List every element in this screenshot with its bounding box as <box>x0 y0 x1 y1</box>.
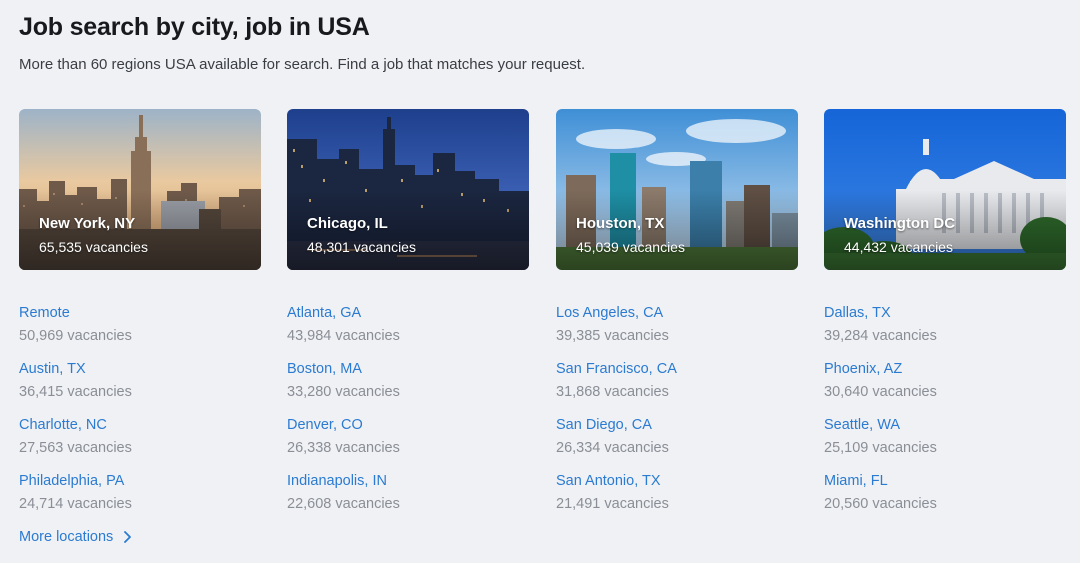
location-link[interactable]: Philadelphia, PA <box>19 472 259 490</box>
chevron-right-icon <box>124 531 132 543</box>
more-locations-label: More locations <box>19 529 114 545</box>
location-vacancies: 36,415 vacancies <box>19 384 132 400</box>
location-item[interactable]: San Diego, CA 26,334 vacancies <box>556 416 796 472</box>
city-card-chicago[interactable]: Chicago, IL 48,301 vacancies <box>287 109 529 270</box>
location-vacancies: 50,969 vacancies <box>19 328 132 344</box>
location-column: Remote 50,969 vacancies Austin, TX 36,415 … <box>19 304 259 528</box>
card-city-name: Houston, TX <box>576 215 665 232</box>
location-item[interactable]: Dallas, TX 39,284 vacancies <box>824 304 1064 360</box>
location-link[interactable]: Denver, CO <box>287 416 527 434</box>
card-vacancy-count: 65,535 vacancies <box>39 239 148 255</box>
location-link[interactable]: San Francisco, CA <box>556 360 796 378</box>
page: Job search by city, job in USA More than… <box>0 0 1080 563</box>
location-vacancies: 25,109 vacancies <box>824 440 937 456</box>
card-city-name: Chicago, IL <box>307 215 388 232</box>
location-link[interactable]: Remote <box>19 304 259 322</box>
card-vacancy-count: 48,301 vacancies <box>307 239 416 255</box>
city-card-houston[interactable]: Houston, TX 45,039 vacancies <box>556 109 798 270</box>
location-item[interactable]: San Francisco, CA 31,868 vacancies <box>556 360 796 416</box>
location-vacancies: 27,563 vacancies <box>19 440 132 456</box>
city-card-new-york[interactable]: New York, NY 65,535 vacancies <box>19 109 261 270</box>
location-vacancies: 20,560 vacancies <box>824 496 937 512</box>
location-item[interactable]: Philadelphia, PA 24,714 vacancies <box>19 472 259 528</box>
more-locations-link[interactable]: More locations <box>19 529 132 545</box>
location-vacancies: 24,714 vacancies <box>19 496 132 512</box>
location-item[interactable]: Boston, MA 33,280 vacancies <box>287 360 527 416</box>
location-vacancies: 43,984 vacancies <box>287 328 400 344</box>
location-item[interactable]: Phoenix, AZ 30,640 vacancies <box>824 360 1064 416</box>
location-link[interactable]: Boston, MA <box>287 360 527 378</box>
card-city-name: New York, NY <box>39 215 136 232</box>
card-vacancy-count: 45,039 vacancies <box>576 239 685 255</box>
location-item[interactable]: Austin, TX 36,415 vacancies <box>19 360 259 416</box>
location-link[interactable]: San Antonio, TX <box>556 472 796 490</box>
location-link[interactable]: Seattle, WA <box>824 416 1064 434</box>
location-vacancies: 33,280 vacancies <box>287 384 400 400</box>
location-vacancies: 31,868 vacancies <box>556 384 669 400</box>
location-item[interactable]: San Antonio, TX 21,491 vacancies <box>556 472 796 528</box>
location-item[interactable]: Seattle, WA 25,109 vacancies <box>824 416 1064 472</box>
location-link[interactable]: Dallas, TX <box>824 304 1064 322</box>
location-vacancies: 26,334 vacancies <box>556 440 669 456</box>
card-city-name: Washington DC <box>844 215 956 232</box>
location-item[interactable]: Denver, CO 26,338 vacancies <box>287 416 527 472</box>
location-vacancies: 39,284 vacancies <box>824 328 937 344</box>
location-link[interactable]: Los Angeles, CA <box>556 304 796 322</box>
location-link[interactable]: Charlotte, NC <box>19 416 259 434</box>
location-link[interactable]: Atlanta, GA <box>287 304 527 322</box>
location-item[interactable]: Indianapolis, IN 22,608 vacancies <box>287 472 527 528</box>
location-vacancies: 21,491 vacancies <box>556 496 669 512</box>
location-item[interactable]: Miami, FL 20,560 vacancies <box>824 472 1064 528</box>
city-card-washington[interactable]: Washington DC 44,432 vacancies <box>824 109 1066 270</box>
location-vacancies: 26,338 vacancies <box>287 440 400 456</box>
location-vacancies: 22,608 vacancies <box>287 496 400 512</box>
page-title: Job search by city, job in USA <box>19 13 370 41</box>
location-item[interactable]: Remote 50,969 vacancies <box>19 304 259 360</box>
location-link[interactable]: Miami, FL <box>824 472 1064 490</box>
featured-cities: New York, NY 65,535 vacancies Chicago, I… <box>19 109 1066 270</box>
location-link[interactable]: Indianapolis, IN <box>287 472 527 490</box>
page-subtitle: More than 60 regions USA available for s… <box>19 56 586 73</box>
location-column: Atlanta, GA 43,984 vacancies Boston, MA 33… <box>287 304 527 528</box>
location-link[interactable]: Phoenix, AZ <box>824 360 1064 378</box>
location-item[interactable]: Charlotte, NC 27,563 vacancies <box>19 416 259 472</box>
location-column: Los Angeles, CA 39,385 vacancies San Fran… <box>556 304 796 528</box>
location-item[interactable]: Los Angeles, CA 39,385 vacancies <box>556 304 796 360</box>
location-vacancies: 39,385 vacancies <box>556 328 669 344</box>
location-link[interactable]: San Diego, CA <box>556 416 796 434</box>
location-column: Dallas, TX 39,284 vacancies Phoenix, AZ 30… <box>824 304 1064 528</box>
location-item[interactable]: Atlanta, GA 43,984 vacancies <box>287 304 527 360</box>
location-link[interactable]: Austin, TX <box>19 360 259 378</box>
location-vacancies: 30,640 vacancies <box>824 384 937 400</box>
card-vacancy-count: 44,432 vacancies <box>844 239 953 255</box>
